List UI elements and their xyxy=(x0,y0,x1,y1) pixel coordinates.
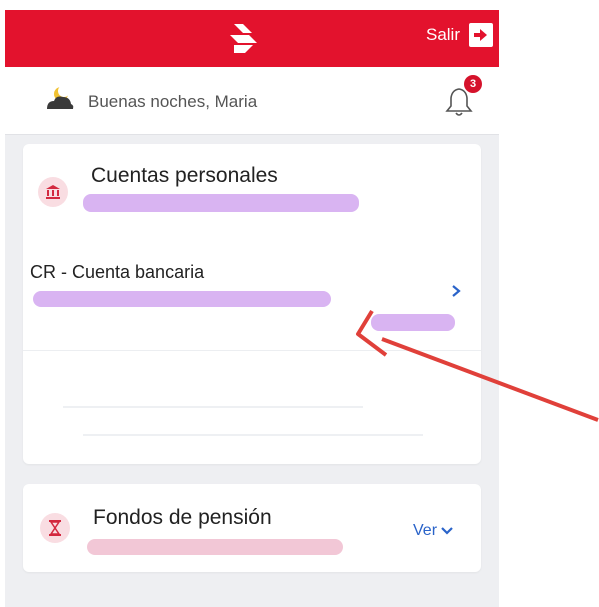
greeting-text: Buenas noches, Maria xyxy=(88,92,258,111)
notification-badge: 3 xyxy=(464,75,482,93)
bank-building-icon xyxy=(38,177,68,207)
personal-accounts-title: Cuentas personales xyxy=(91,164,278,187)
greeting-bar: Buenas noches, Maria 3 xyxy=(5,67,499,135)
expand-toggle[interactable]: Ver xyxy=(413,522,453,540)
chevron-down-icon xyxy=(441,527,453,535)
pension-funds-title: Fondos de pensión xyxy=(93,506,272,529)
bank-logo-icon xyxy=(230,24,257,53)
logout-icon xyxy=(469,23,493,47)
redacted-mark xyxy=(87,539,343,555)
personal-accounts-card: Cuentas personales CR - Cuenta bancaria xyxy=(23,144,481,464)
faint-line xyxy=(63,406,363,408)
faint-line xyxy=(83,434,423,436)
hourglass-icon xyxy=(40,513,70,543)
pension-funds-card[interactable]: Fondos de pensión Ver xyxy=(23,484,481,572)
redacted-account-number xyxy=(33,291,331,307)
divider xyxy=(23,350,481,351)
chevron-right-icon xyxy=(452,285,461,297)
logout-button[interactable]: Salir xyxy=(426,23,493,47)
app-screen: Salir Buenas noches, Maria 3 Cuentas per… xyxy=(5,10,499,607)
night-weather-icon xyxy=(47,85,74,109)
redacted-mark xyxy=(83,194,359,212)
account-name: CR - Cuenta bancaria xyxy=(30,262,205,282)
redacted-balance xyxy=(371,314,455,331)
bank-account-row[interactable]: CR - Cuenta bancaria xyxy=(23,246,481,350)
logout-label: Salir xyxy=(425,25,460,44)
top-bar: Salir xyxy=(5,10,499,67)
expand-label: Ver xyxy=(413,522,438,539)
